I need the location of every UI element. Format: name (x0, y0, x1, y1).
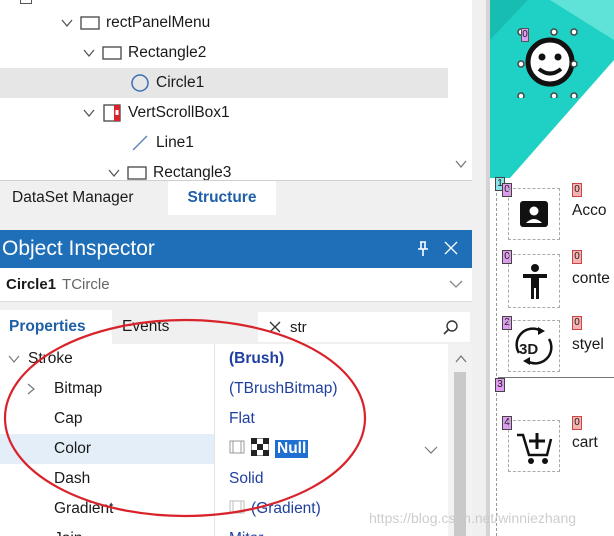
structure-tree: rectPanelMenu Rectangle2 Circle1 VertScr… (0, 0, 472, 180)
rectangle-icon (127, 163, 147, 180)
tree-item-label: Rectangle3 (153, 164, 232, 180)
icon-text: 3D (519, 341, 539, 358)
inspector-tabs: Properties Events (0, 308, 472, 344)
accessibility-icon (523, 264, 547, 299)
property-grid-scrollbar[interactable] (448, 344, 472, 536)
list-item-icon-frame[interactable] (508, 188, 560, 240)
property-name: Join (0, 524, 214, 536)
chevron-right-icon[interactable] (26, 382, 54, 396)
property-name: Stroke (0, 344, 214, 374)
panel-tabs: DataSet Manager Structure (0, 180, 472, 215)
property-search-input[interactable] (290, 318, 430, 336)
color-value[interactable]: Null (275, 440, 309, 458)
property-label: Bitmap (54, 380, 103, 397)
swatch-frame-icon (229, 499, 245, 520)
tab-events[interactable]: Events (122, 310, 169, 344)
tree-item-circle1[interactable]: Circle1 (0, 68, 448, 98)
chevron-down-icon[interactable] (423, 443, 439, 461)
property-grid: Stroke (Brush) Bitmap (TBrushBitmap) Cap… (0, 344, 472, 536)
object-inspector-header: Object Inspector (0, 230, 472, 268)
chevron-up-icon[interactable] (454, 351, 468, 368)
tree-item-line1[interactable]: Line1 (0, 128, 448, 158)
pin-icon[interactable] (416, 241, 430, 261)
tree-scrollbar[interactable] (448, 0, 472, 180)
property-value[interactable]: (TBrushBitmap) (214, 374, 448, 404)
index-badge: 0 (572, 250, 582, 264)
rectangle-icon (80, 13, 100, 33)
divider (498, 377, 614, 378)
tab-properties[interactable]: Properties (0, 310, 112, 344)
property-label: Stroke (28, 350, 73, 367)
watermark: https://blog.csdn.net/winniezhang (369, 510, 577, 526)
color-editor[interactable]: Null (214, 434, 448, 464)
list-item-label: Acco (572, 202, 607, 219)
tab-structure[interactable]: Structure (168, 181, 276, 215)
tree-item-rectangle2[interactable]: Rectangle2 (0, 38, 448, 68)
clear-icon[interactable] (268, 320, 282, 334)
tree-item-label: Rectangle2 (128, 44, 207, 61)
tree-item-label: Line1 (156, 134, 194, 151)
list-item-label: conte (572, 270, 610, 287)
property-value[interactable]: Solid (214, 464, 448, 494)
chevron-down-icon[interactable] (454, 156, 468, 173)
list-item-label: cart (572, 434, 598, 451)
property-row-color[interactable]: Color Null (0, 434, 448, 464)
index-badge: 3 (495, 378, 505, 392)
property-value[interactable]: (Brush) (214, 344, 448, 374)
add-cart-icon (517, 433, 553, 464)
index-badge: 0 (572, 183, 582, 197)
object-type: TCircle (62, 276, 110, 293)
index-badge: 0 (572, 316, 582, 330)
tree-item-label: rectPanelMenu (106, 14, 211, 31)
line-icon (130, 133, 150, 153)
property-name: Gradient (54, 500, 114, 517)
tree-item-label: Circle1 (156, 74, 205, 91)
design-canvas: 0 1 0 0 Acco 0 0 conte 2 0 3D styel 3 4 … (490, 0, 614, 536)
list-item-label: styel (572, 336, 604, 353)
search-icon[interactable] (442, 319, 460, 341)
checkerboard-icon (250, 437, 270, 461)
property-value[interactable]: Flat (214, 404, 448, 434)
property-row-stroke[interactable]: Stroke (Brush) (0, 344, 448, 374)
property-name: Cap (54, 410, 83, 427)
tree-item-vertscrollbox1[interactable]: VertScrollBox1 (0, 98, 448, 128)
vert-scrollbox-icon (102, 103, 122, 123)
tree-item-rectpanelmenu[interactable]: rectPanelMenu (0, 8, 448, 38)
tree-item-rectangle3[interactable]: Rectangle3 (0, 158, 448, 180)
gradient-value: (Gradient) (251, 500, 321, 517)
list-item-icon-frame[interactable] (508, 254, 560, 308)
tab-dataset-manager[interactable]: DataSet Manager (12, 181, 134, 215)
property-search-box (258, 312, 470, 342)
object-name: Circle1 (6, 276, 57, 293)
ide-window: rectPanelMenu Rectangle2 Circle1 VertScr… (0, 0, 614, 536)
property-row-cap[interactable]: Cap Flat (0, 404, 448, 434)
property-name: Color (54, 440, 92, 457)
list-item-icon-frame[interactable]: 3D (508, 320, 560, 372)
tree-partial-icon (20, 0, 32, 4)
chevron-down-icon[interactable] (80, 44, 98, 62)
tree-item-label: VertScrollBox1 (128, 104, 230, 121)
list-item-icon-frame[interactable] (508, 420, 560, 472)
close-icon[interactable] (444, 241, 458, 259)
object-inspector-title: Object Inspector (2, 237, 155, 260)
property-name: Dash (54, 470, 91, 487)
handle-badge: 0 (521, 28, 529, 42)
property-row-bitmap[interactable]: Bitmap (TBrushBitmap) (0, 374, 448, 404)
panel-splitter[interactable] (472, 0, 486, 536)
list-guide (496, 178, 500, 536)
chevron-down-icon[interactable] (448, 277, 464, 294)
account-icon (520, 201, 548, 227)
chevron-down-icon[interactable] (58, 14, 76, 32)
property-name: Bitmap (0, 374, 214, 404)
rectangle-icon (102, 43, 122, 63)
chevron-down-icon[interactable] (80, 104, 98, 122)
chevron-down-icon[interactable] (105, 164, 123, 180)
object-selector[interactable]: Circle1 TCircle (0, 268, 472, 302)
chevron-down-icon[interactable] (0, 353, 28, 365)
index-badge: 0 (572, 416, 582, 430)
property-row-dash[interactable]: Dash Solid (0, 464, 448, 494)
swatch-frame-icon (229, 439, 245, 460)
circle-icon (130, 73, 150, 93)
